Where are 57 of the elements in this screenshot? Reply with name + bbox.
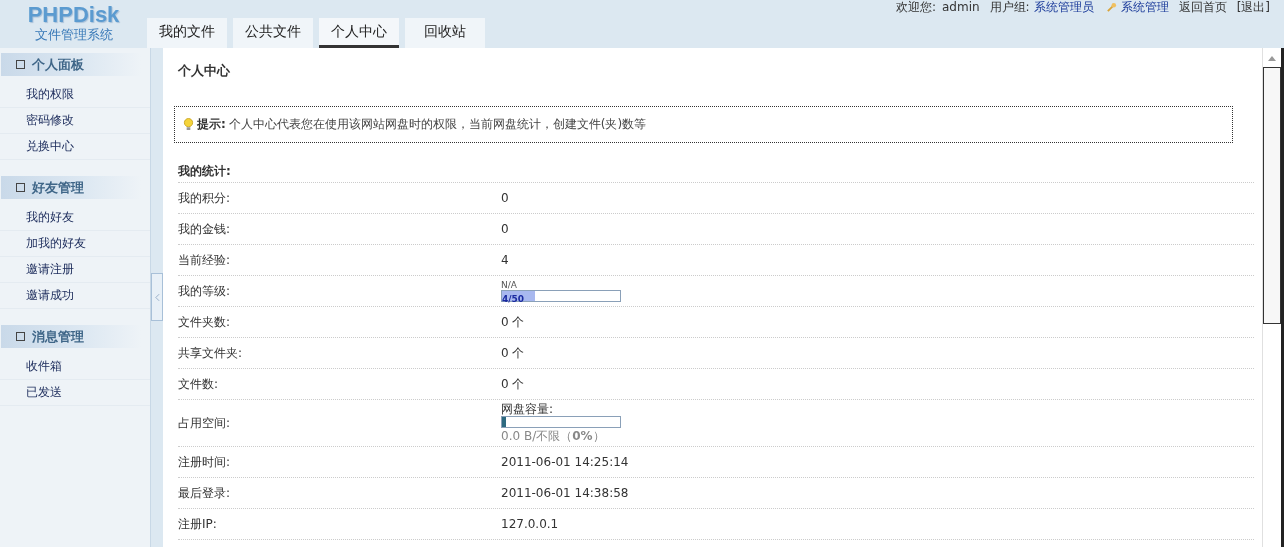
stat-value: 4 xyxy=(501,253,509,267)
tip-label: 提示: xyxy=(197,116,226,133)
stat-value: 2011-06-01 14:25:14 xyxy=(501,455,629,469)
scroll-thumb[interactable] xyxy=(1263,67,1281,324)
sidebar-item[interactable]: 邀请注册 xyxy=(0,257,150,283)
stat-label: 当前经验: xyxy=(178,251,232,269)
group-label: 用户组: xyxy=(989,0,1030,14)
stat-value: 0 个 xyxy=(501,313,525,331)
scroll-up-icon[interactable] xyxy=(1268,56,1276,61)
collapse-icon xyxy=(154,293,160,301)
sidebar-item[interactable]: 收件箱 xyxy=(0,354,150,380)
admin-link[interactable]: 系统管理 xyxy=(1120,0,1169,14)
storage-caption: 网盘容量: xyxy=(501,402,555,416)
stat-label: 占用空间: xyxy=(178,414,232,432)
logout-link[interactable]: [退出] xyxy=(1236,0,1270,14)
stat-value: 2011-06-01 14:38:58 xyxy=(501,486,629,500)
stat-value: 0 个 xyxy=(501,375,525,393)
logo-subtitle: 文件管理系统 xyxy=(34,26,113,43)
nav-tab[interactable]: 个人中心 xyxy=(319,18,399,48)
page-title: 个人中心 xyxy=(178,62,231,80)
stat-label: 注册IP: xyxy=(178,515,218,533)
stat-label: 文件夹数: xyxy=(178,313,232,331)
stat-value: 0 xyxy=(501,222,509,236)
username: admin xyxy=(941,0,980,14)
sidebar-item[interactable]: 加我的好友 xyxy=(0,231,150,257)
stat-value: 0 xyxy=(501,191,509,205)
home-link[interactable]: 返回首页 xyxy=(1178,0,1227,14)
stat-label: 我的积分: xyxy=(178,189,232,207)
level-bar-text: 4/50 xyxy=(502,294,525,304)
nav-tab[interactable]: 我的文件 xyxy=(147,18,227,48)
level-caption: N/A xyxy=(501,280,518,290)
tip-text: 个人中心代表您在使用该网站网盘时的权限，当前网盘统计，创建文件(夹)数等 xyxy=(228,116,647,133)
nav-tab[interactable]: 回收站 xyxy=(405,18,485,48)
scrollbar[interactable] xyxy=(1262,48,1284,547)
logo-title: PHPDisk xyxy=(27,4,120,26)
lightbulb-icon xyxy=(183,118,194,131)
section-title: 我的统计: xyxy=(178,160,1254,183)
sidebar-item[interactable]: 我的权限 xyxy=(0,82,150,108)
stat-label: 共享文件夹: xyxy=(178,344,244,362)
sidebar-item[interactable]: 密码修改 xyxy=(0,108,150,134)
stat-value: 0 个 xyxy=(501,344,525,362)
stat-label: 注册时间: xyxy=(178,453,232,471)
sidebar-item[interactable]: 兑换中心 xyxy=(0,134,150,160)
welcome-label: 欢迎您: xyxy=(895,0,936,14)
sidebar-item[interactable]: 我的好友 xyxy=(0,205,150,231)
stat-value: 127.0.0.1 xyxy=(501,517,559,531)
stat-label: 我的金钱: xyxy=(178,220,232,238)
nav-tab[interactable]: 公共文件 xyxy=(233,18,313,48)
storage-reading: 0.0 B/不限（0%） xyxy=(501,428,606,444)
stat-label: 文件数: xyxy=(178,375,220,393)
stat-label: 最后登录: xyxy=(178,484,232,502)
sidebar-item[interactable]: 已发送 xyxy=(0,380,150,406)
stat-label: 我的等级: xyxy=(178,282,232,300)
group-link[interactable]: 系统管理员 xyxy=(1033,0,1094,14)
key-icon xyxy=(1105,1,1117,13)
sidebar-item[interactable]: 邀请成功 xyxy=(0,283,150,309)
collapse-handle[interactable] xyxy=(151,273,163,321)
